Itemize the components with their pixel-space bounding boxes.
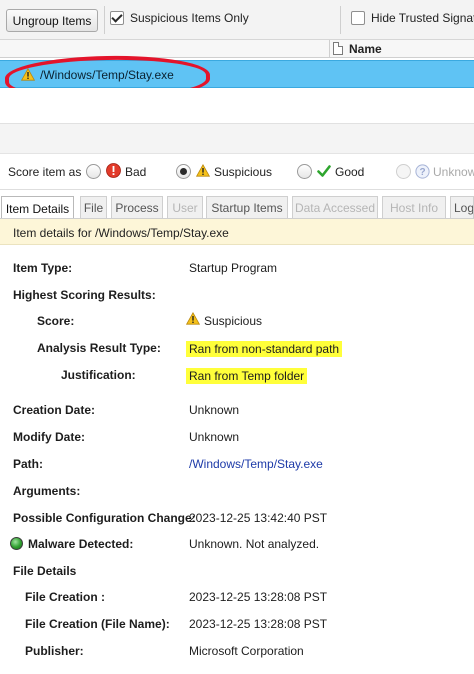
tab-log[interactable]: Log: [450, 196, 474, 219]
score-result-value: Suspicious: [204, 314, 263, 328]
score-bar: Score item as Bad Suspicious Good ? Unkn…: [0, 154, 474, 190]
path-label: Path:: [13, 457, 43, 471]
tab-startup-items[interactable]: Startup Items: [206, 196, 288, 219]
checkmark-icon: [317, 165, 331, 177]
file-creation-value: 2023-12-25 13:28:08 PST: [189, 590, 328, 604]
modify-date-value: Unknown: [189, 430, 240, 444]
score-suspicious-label[interactable]: Suspicious: [214, 165, 272, 179]
details-header: Item details for /Windows/Temp/Stay.exe: [0, 219, 474, 245]
publisher-label: Publisher:: [25, 644, 84, 658]
score-bad-label[interactable]: Bad: [125, 165, 146, 179]
suspicious-only-toggle[interactable]: Suspicious Items Only: [110, 11, 249, 25]
config-change-value: 2023-12-25 13:42:40 PST: [189, 511, 328, 525]
tab-item-details[interactable]: Item Details: [1, 196, 74, 220]
details-header-text: Item details for /Windows/Temp/Stay.exe: [13, 226, 229, 240]
column-divider[interactable]: [329, 40, 330, 58]
tab-data-accessed[interactable]: Data Accessed: [292, 196, 378, 219]
analysis-type-value: Ran from non-standard path: [186, 341, 343, 357]
path-link[interactable]: /Windows/Temp/Stay.exe: [189, 457, 323, 471]
malware-detected-value: Unknown. Not analyzed.: [189, 537, 320, 551]
creation-date-value: Unknown: [189, 403, 240, 417]
score-result-label: Score:: [37, 314, 75, 328]
warning-icon: [186, 312, 200, 325]
tab-file[interactable]: File: [80, 196, 107, 219]
malware-detected-label: Malware Detected:: [28, 537, 134, 551]
hide-trusted-checkbox[interactable]: [351, 11, 365, 25]
list-empty-area: [0, 88, 474, 124]
hide-trusted-toggle[interactable]: Hide Trusted Signatu: [351, 11, 474, 25]
suspicious-only-label: Suspicious Items Only: [130, 11, 249, 25]
analysis-type-label: Analysis Result Type:: [37, 341, 161, 355]
score-bad-radio[interactable]: [86, 164, 101, 179]
table-header: Name: [0, 40, 474, 58]
document-icon: [333, 42, 343, 55]
arguments-label: Arguments:: [13, 484, 81, 498]
file-creation-fn-label: File Creation (File Name):: [25, 617, 170, 631]
creation-date-label: Creation Date:: [13, 403, 96, 417]
publisher-value: Microsoft Corporation: [189, 644, 304, 658]
tab-user[interactable]: User: [167, 196, 203, 219]
score-unknown-radio[interactable]: [396, 164, 411, 179]
bad-icon: [106, 163, 121, 178]
question-icon: ?: [415, 164, 430, 179]
malware-status-icon: [10, 537, 23, 550]
highest-scoring-label: Highest Scoring Results:: [13, 288, 156, 302]
score-good-radio[interactable]: [297, 164, 312, 179]
svg-text:?: ?: [419, 167, 425, 178]
file-details-label: File Details: [13, 564, 77, 578]
toolbar-separator: [104, 6, 105, 34]
name-column-header[interactable]: Name: [349, 42, 382, 56]
pane-splitter[interactable]: [0, 124, 474, 154]
score-good-label[interactable]: Good: [335, 165, 364, 179]
toolbar-separator: [340, 6, 341, 34]
hide-trusted-label: Hide Trusted Signatu: [371, 11, 474, 25]
justification-value: Ran from Temp folder: [186, 368, 308, 384]
justification-label: Justification:: [61, 368, 136, 382]
score-unknown-label[interactable]: Unknow: [433, 165, 474, 179]
item-type-label: Item Type:: [13, 261, 73, 275]
file-creation-label: File Creation :: [25, 590, 106, 604]
tab-host-info[interactable]: Host Info: [382, 196, 446, 219]
file-creation-fn-value: 2023-12-25 13:28:08 PST: [189, 617, 328, 631]
score-suspicious-radio[interactable]: [176, 164, 191, 179]
score-item-label: Score item as: [8, 165, 82, 179]
config-change-label: Possible Configuration Change:: [13, 511, 196, 525]
modify-date-label: Modify Date:: [13, 430, 85, 444]
tab-process[interactable]: Process: [111, 196, 163, 219]
warning-icon: [196, 164, 210, 177]
toolbar: Ungroup Items Suspicious Items Only Hide…: [0, 0, 474, 40]
ungroup-items-button[interactable]: Ungroup Items: [6, 9, 98, 32]
suspicious-only-checkbox[interactable]: [110, 11, 124, 25]
item-type-value: Startup Program: [189, 261, 278, 275]
